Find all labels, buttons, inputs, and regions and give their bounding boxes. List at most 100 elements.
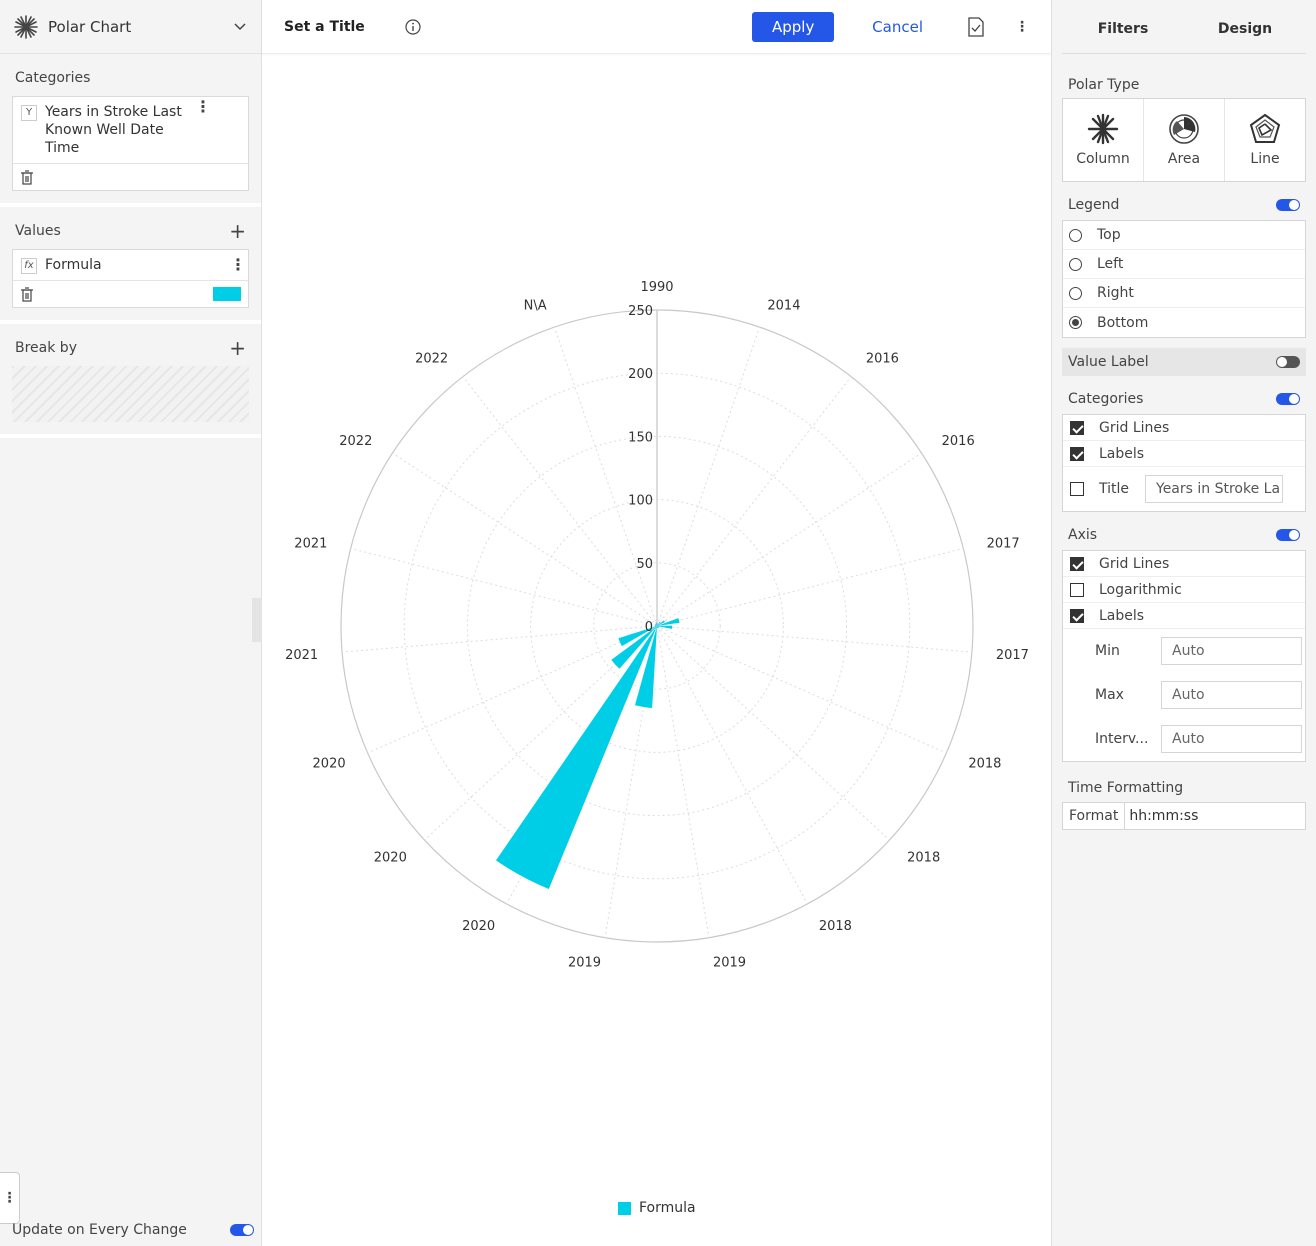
legend-option-top-label: Top: [1097, 227, 1121, 243]
axis-min-label: Min: [1095, 643, 1120, 659]
panel-handle-icon[interactable]: ⋮: [0, 1172, 20, 1224]
category-field-card[interactable]: Y Years in Stroke Last Known Well Date T…: [12, 96, 249, 191]
legend-toggle[interactable]: [1276, 199, 1300, 211]
cat-labels-row[interactable]: Labels: [1063, 441, 1305, 467]
cat-grid-row[interactable]: Grid Lines: [1063, 415, 1305, 441]
legend-option-bottom[interactable]: Bottom: [1063, 308, 1305, 337]
save-file-icon[interactable]: [967, 16, 985, 37]
spoke-gridline: [656, 326, 761, 627]
legend-position-options: Top Left Right Bottom: [1062, 220, 1306, 338]
cat-title-row: Title Years in Stroke La: [1063, 467, 1305, 511]
time-format-row: Format hh:mm:ss: [1062, 802, 1306, 830]
polar-type-line[interactable]: Line: [1225, 99, 1305, 181]
series-color-swatch[interactable]: [213, 287, 241, 301]
field-menu-icon[interactable]: ⋮: [230, 257, 246, 273]
axis-labels-row[interactable]: Labels: [1063, 603, 1305, 629]
radio-bottom[interactable]: [1069, 316, 1082, 329]
category-tick-label: 2020: [462, 919, 495, 934]
breakby-dropzone[interactable]: [12, 366, 249, 422]
category-tick-label: 2016: [866, 352, 899, 367]
more-options-icon[interactable]: ⋮: [1015, 19, 1029, 35]
breakby-title: Break by: [15, 340, 77, 356]
spoke-gridline: [350, 547, 658, 627]
axis-max-input[interactable]: Auto: [1161, 681, 1302, 709]
radio-top[interactable]: [1069, 228, 1082, 242]
cat-grid-checkbox[interactable]: [1070, 420, 1084, 435]
cancel-button[interactable]: Cancel: [866, 17, 929, 37]
update-toggle[interactable]: [230, 1224, 254, 1236]
polar-chart: 0 50 100 150 200 250 1990 2014 2016 2016 2017 2017 2…: [285, 280, 1029, 970]
axis-grid-row[interactable]: Grid Lines: [1063, 551, 1305, 577]
tab-design[interactable]: Design: [1184, 0, 1306, 53]
area-polar-icon: [1169, 114, 1199, 144]
cat-title-checkbox[interactable]: [1070, 482, 1084, 496]
tab-filters[interactable]: Filters: [1062, 0, 1184, 53]
spoke-gridline: [656, 625, 808, 905]
add-value-icon[interactable]: +: [229, 221, 246, 241]
spoke-gridline: [342, 625, 658, 653]
axis-options: Grid Lines Logarithmic Labels Min Auto Ma…: [1062, 550, 1306, 762]
format-input[interactable]: hh:mm:ss: [1125, 808, 1198, 824]
radial-tick-label: 0: [645, 620, 653, 635]
spoke-gridline: [656, 625, 947, 754]
polar-type-column[interactable]: Column: [1063, 99, 1144, 181]
category-tick-label: 1990: [640, 280, 673, 295]
chevron-down-icon[interactable]: [233, 20, 247, 34]
axis-labels-checkbox[interactable]: [1070, 608, 1084, 623]
axis-interval-input[interactable]: Auto: [1161, 725, 1302, 753]
axis-min-input[interactable]: Auto: [1161, 637, 1302, 665]
category-tick-label: 2019: [713, 955, 746, 970]
cat-labels-checkbox[interactable]: [1070, 446, 1084, 461]
value-label-text: Value Label: [1068, 354, 1149, 370]
spoke-gridline: [656, 452, 922, 627]
info-icon[interactable]: [405, 18, 421, 35]
time-format-label: Time Formatting: [1068, 780, 1184, 796]
legend-option-right[interactable]: Right: [1063, 279, 1305, 308]
legend-option-bottom-label: Bottom: [1097, 314, 1149, 331]
axis-log-row[interactable]: Logarithmic: [1063, 577, 1305, 603]
cat-labels-label: Labels: [1099, 445, 1145, 462]
legend-option-top[interactable]: Top: [1063, 221, 1305, 250]
trash-icon[interactable]: [20, 169, 34, 185]
chart-legend-item[interactable]: Formula: [618, 1200, 696, 1216]
value-label-toggle[interactable]: [1276, 356, 1300, 368]
value-field-card[interactable]: fx Formula ⋮: [12, 249, 249, 308]
category-tick-label: N\A: [524, 298, 547, 313]
radial-tick-label: 250: [628, 304, 653, 319]
apply-button[interactable]: Apply: [752, 11, 835, 42]
values-section: Values + fx Formula ⋮: [0, 207, 261, 324]
spoke-gridline: [392, 452, 658, 627]
trash-icon[interactable]: [20, 286, 34, 302]
axis-grid-label: Grid Lines: [1099, 555, 1170, 572]
axis-toggle[interactable]: [1276, 529, 1300, 541]
radio-right[interactable]: [1069, 286, 1082, 300]
widget-type-label: Polar Chart: [48, 17, 132, 36]
widget-toolbar: Set a Title Apply Cancel ⋮: [262, 0, 1051, 54]
categories-toggle[interactable]: [1276, 393, 1300, 405]
axis-log-label: Logarithmic: [1099, 581, 1182, 598]
polar-chart-icon: [14, 14, 38, 39]
axis-log-checkbox[interactable]: [1070, 582, 1084, 597]
legend-option-left[interactable]: Left: [1063, 250, 1305, 279]
category-tick-label: 2018: [907, 850, 940, 865]
radial-tick-label: 150: [628, 430, 653, 445]
cat-title-input[interactable]: Years in Stroke La: [1145, 475, 1283, 503]
add-breakby-icon[interactable]: +: [229, 338, 246, 358]
polar-type-area[interactable]: Area: [1144, 99, 1225, 181]
categories-options: Grid Lines Labels Title Years in Stroke …: [1062, 414, 1306, 512]
left-collapse-handle[interactable]: [252, 598, 262, 642]
field-menu-icon[interactable]: ⋮: [195, 99, 211, 115]
category-tick-label: 2021: [285, 648, 318, 663]
update-label: Update on Every Change: [12, 1222, 187, 1238]
axis-grid-checkbox[interactable]: [1070, 556, 1084, 571]
spoke-gridline: [656, 625, 710, 938]
widget-type-selector[interactable]: Polar Chart: [0, 0, 261, 54]
formula-type-icon: fx: [21, 258, 37, 274]
radio-left[interactable]: [1069, 257, 1082, 271]
cat-title-label: Title: [1099, 481, 1130, 497]
axis-max-row: Max Auto: [1063, 673, 1305, 717]
polar-type-label: Polar Type: [1068, 77, 1140, 93]
design-panel: Filters Design Polar Type Column Area Li…: [1052, 0, 1316, 1246]
widget-title[interactable]: Set a Title: [284, 19, 365, 35]
polar-type-column-label: Column: [1076, 151, 1130, 167]
